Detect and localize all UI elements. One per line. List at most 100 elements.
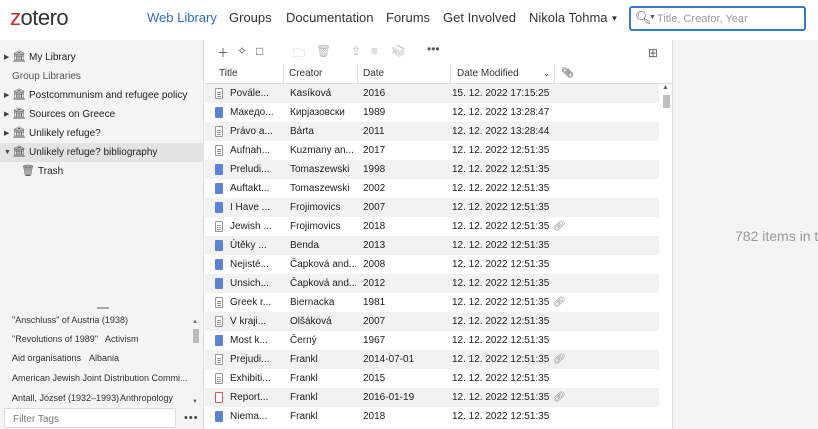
scroll-up-arrow-icon[interactable]: ▲: [662, 84, 669, 91]
tag[interactable]: Aid organisations: [12, 353, 81, 363]
table-row[interactable]: Právo a... Bárta 2011 12. 12. 2022 13:28:44: [205, 122, 659, 141]
table-row[interactable]: Auftakt... Tomaszewski 2002 12. 12. 2022 12…: [205, 179, 659, 198]
nav-groups[interactable]: Groups: [229, 10, 272, 25]
tag[interactable]: "Anschluss" of Austria (1938): [12, 315, 128, 325]
create-bibliography-icon[interactable]: 📚︎: [391, 44, 406, 58]
new-item-icon[interactable]: ＋: [217, 44, 229, 61]
group-library-icon: 🏛︎: [12, 146, 26, 158]
table-row[interactable]: Greek r... Biernacka 1981 12. 12. 2022 12:5…: [205, 293, 659, 312]
collection-item[interactable]: ▶ 🏛︎ Unlikely refuge?: [0, 124, 204, 143]
tag[interactable]: American Jewish Joint Distribution Commi…: [12, 373, 188, 383]
collapse-triangle-icon[interactable]: ▼: [4, 143, 11, 162]
tag[interactable]: Albania: [89, 353, 119, 363]
item-type-book-icon: [215, 259, 223, 270]
attachment-link-icon[interactable]: 🔗︎: [553, 293, 566, 312]
table-row[interactable]: Nejisté... Čapková and... 2008 12. 12. 2022…: [205, 255, 659, 274]
nav-forums[interactable]: Forums: [386, 10, 430, 25]
search-box: 🔍︎ ▼: [629, 6, 806, 31]
search-mode-chevron-icon[interactable]: ▼: [649, 14, 656, 21]
table-row[interactable]: Unsich... Čapková and... 2012 12. 12. 2022 …: [205, 274, 659, 293]
table-row[interactable]: Niema... Frankl 2018 12. 12. 2022 12:51:35: [205, 407, 659, 426]
column-title[interactable]: Title: [219, 64, 238, 84]
scroll-down-arrow-icon[interactable]: ▼: [192, 399, 198, 405]
table-row[interactable]: Aufnah... Kuzmany an... 2017 12. 12. 2022 1…: [205, 141, 659, 160]
move-to-trash-icon[interactable]: 🗑︎: [316, 44, 331, 58]
cell-date: 2008: [363, 259, 386, 270]
expand-triangle-icon[interactable]: ▶: [4, 105, 9, 124]
cell-date: 1981: [363, 297, 386, 308]
item-type-article-icon: [215, 297, 223, 308]
add-to-collection-icon[interactable]: 🗀︎: [293, 44, 305, 65]
item-type-article-icon: [215, 373, 223, 384]
table-row[interactable]: Jewish ... Frojimovics 2018 12. 12. 2022 12…: [205, 217, 659, 236]
table-row[interactable]: Most k... Černý 1967 12. 12. 2022 12:51:35: [205, 331, 659, 350]
search-input[interactable]: [657, 10, 802, 27]
cell-date-modified: 12. 12. 2022 12:51:35: [452, 164, 550, 175]
item-type-book-icon: [215, 107, 223, 118]
cell-title: Preludi...: [230, 164, 270, 175]
cell-date-modified: 12. 12. 2022 12:51:35: [452, 373, 550, 384]
cell-date: 2017: [363, 145, 386, 156]
expand-triangle-icon[interactable]: ▶: [4, 48, 9, 67]
collection-item[interactable]: ▶ 🏛︎ Sources on Greece: [0, 105, 204, 124]
table-row[interactable]: Македо... Кирјазовски 1989 12. 12. 2022 13:…: [205, 103, 659, 122]
table-row[interactable]: Povále... Kasíková 2016 15. 12. 2022 17:15:…: [205, 84, 659, 103]
expand-triangle-icon[interactable]: ▶: [4, 86, 9, 105]
trash-label: Trash: [38, 166, 64, 177]
collection-item[interactable]: ▶ 🏛︎ Postcommunism and refugee policy: [0, 86, 204, 105]
splitter-grip[interactable]: [97, 307, 109, 309]
table-row[interactable]: I Have ... Frojimovics 2007 12. 12. 2022 12…: [205, 198, 659, 217]
attachment-link-icon[interactable]: 🔗︎: [553, 388, 566, 407]
top-navbar: zotero Web Library Groups Documentation …: [0, 0, 818, 38]
table-row[interactable]: Exhibiti... Frankl 2015 12. 12. 2022 12:51:…: [205, 369, 659, 388]
user-menu[interactable]: Nikola Tohma ▼: [529, 10, 618, 25]
cell-title: Unsich...: [230, 278, 269, 289]
table-row[interactable]: V kraji... Olšáková 2007 12. 12. 2022 12:51…: [205, 312, 659, 331]
tag[interactable]: Activism: [105, 334, 139, 344]
more-options-icon[interactable]: •••: [184, 412, 199, 424]
scroll-thumb[interactable]: [193, 329, 199, 343]
attachment-link-icon[interactable]: 🔗︎: [553, 350, 566, 369]
tag[interactable]: Anthropology: [120, 393, 173, 403]
library-my-library[interactable]: ▶ 🏛︎ My Library: [0, 48, 204, 67]
scroll-thumb[interactable]: [663, 95, 670, 108]
cell-date: 2007: [363, 316, 386, 327]
cell-date-modified: 12. 12. 2022 12:51:35: [452, 335, 550, 346]
more-actions-icon[interactable]: •••: [427, 42, 440, 56]
cell-title: Report...: [230, 392, 269, 403]
add-by-identifier-icon[interactable]: ✧: [237, 44, 247, 58]
nav-documentation[interactable]: Documentation: [286, 10, 373, 25]
nav-web-library[interactable]: Web Library: [147, 10, 217, 25]
cell-date-modified: 12. 12. 2022 13:28:47: [452, 107, 550, 118]
tag[interactable]: "Revolutions of 1989": [12, 334, 98, 344]
attachment-link-icon[interactable]: 🔗︎: [553, 217, 566, 236]
column-date-modified[interactable]: Date Modified ⌄: [450, 64, 554, 84]
collection-item-selected[interactable]: ▼ 🏛︎ Unlikely refuge? bibliography: [0, 143, 204, 162]
create-citation-icon[interactable]: ≡: [371, 44, 378, 58]
sort-chevron-down-icon: ⌄: [543, 69, 550, 78]
cell-title: Prejudi...: [230, 354, 270, 365]
column-creator[interactable]: Creator: [283, 64, 322, 84]
table-row[interactable]: Report... Frankl 2016-01-19 12. 12. 2022 12…: [205, 388, 659, 407]
table-row[interactable]: Útěky ... Benda 2013 12. 12. 2022 12:51:35: [205, 236, 659, 255]
tag[interactable]: Antall, József (1932–1993): [12, 393, 119, 403]
cell-title: Niema...: [230, 411, 268, 422]
table-row[interactable]: Prejudi... Frankl 2014-07-01 12. 12. 2022 1…: [205, 350, 659, 369]
new-note-icon[interactable]: □: [256, 44, 263, 58]
table-row[interactable]: Preludi... Tomaszewski 1998 12. 12. 2022 12…: [205, 160, 659, 179]
cell-date-modified: 12. 12. 2022 12:51:35: [452, 240, 550, 251]
column-date[interactable]: Date: [357, 64, 384, 84]
export-icon[interactable]: ⇪: [351, 44, 361, 58]
column-attachments-icon[interactable]: 📎︎: [554, 64, 576, 84]
toggle-item-pane-icon[interactable]: ⊞: [648, 46, 658, 60]
scroll-up-arrow-icon[interactable]: ▲: [192, 319, 198, 325]
nav-get-involved[interactable]: Get Involved: [443, 10, 516, 25]
tag-scrollbar[interactable]: ▲ ▼: [192, 319, 200, 407]
cell-date: 1967: [363, 335, 386, 346]
item-type-article-icon: [215, 221, 223, 232]
items-scrollbar[interactable]: ▲: [661, 84, 671, 429]
zotero-logo[interactable]: zotero: [10, 5, 69, 31]
trash-item[interactable]: 🗑︎ Trash: [0, 162, 204, 181]
expand-triangle-icon[interactable]: ▶: [4, 124, 9, 143]
filter-tags-input[interactable]: [5, 410, 175, 429]
